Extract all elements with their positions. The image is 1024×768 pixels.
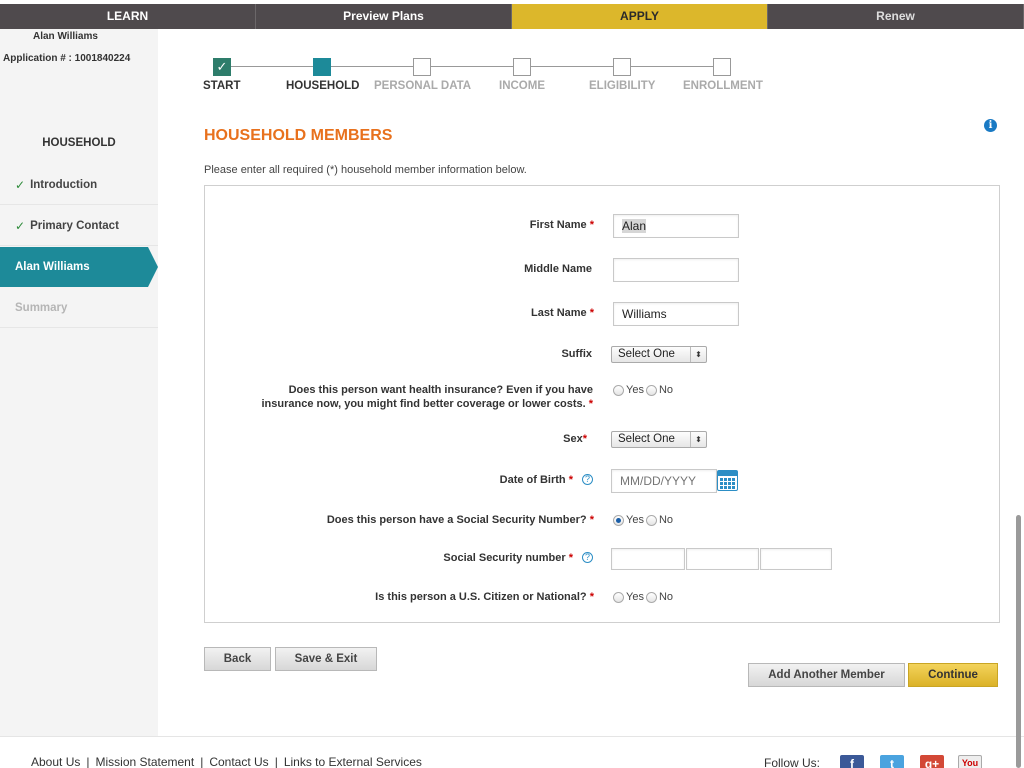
dob-field[interactable] (611, 469, 717, 493)
progress-tracker: ✓ START HOUSEHOLD PERSONAL DATA INCOME E… (200, 57, 780, 97)
step-label-start: START (203, 80, 241, 92)
citizen-radio-group: Yes No (613, 591, 673, 603)
sidebar: Alan Williams Application # : 1001840224… (0, 29, 158, 736)
first-name-field[interactable]: Alan (613, 214, 739, 238)
step-start-checkbox: ✓ (213, 58, 231, 76)
middle-name-label: Middle Name (524, 263, 592, 275)
twitter-icon[interactable]: t (880, 755, 904, 768)
step-label-household: HOUSEHOLD (286, 80, 360, 92)
ssn-part-3-field[interactable] (760, 548, 832, 570)
application-number: Application # : 1001840224 (3, 53, 131, 64)
save-exit-button[interactable]: Save & Exit (275, 647, 377, 671)
last-name-label: Last Name * (531, 307, 594, 319)
sidebar-item-label: Alan Williams (15, 261, 90, 273)
footer-link-contact-us[interactable]: Contact Us (209, 755, 268, 768)
footer-links: About Us | Mission Statement | Contact Us | Li… (31, 755, 422, 768)
ssn-help-icon[interactable]: ? (582, 552, 593, 563)
tab-apply[interactable]: APPLY (512, 4, 768, 29)
tab-preview-plans[interactable]: Preview Plans (256, 4, 512, 29)
step-household-box (313, 58, 331, 76)
progress-line (331, 66, 417, 67)
sidebar-item-introduction[interactable]: ✓ Introduction (0, 165, 158, 205)
page-title: HOUSEHOLD MEMBERS (204, 127, 393, 144)
checkmark-icon: ✓ (15, 218, 26, 233)
step-label-eligibility: ELIGIBILITY (589, 80, 656, 92)
tab-renew[interactable]: Renew (768, 4, 1024, 29)
sidebar-item-primary-contact[interactable]: ✓ Primary Contact (0, 206, 158, 246)
step-eligibility-box (613, 58, 631, 76)
step-label-enrollment: ENROLLMENT (683, 80, 763, 92)
suffix-select[interactable]: Select One ⬍ (611, 346, 707, 363)
info-icon[interactable]: i (984, 119, 997, 132)
health-insurance-radio-group: Yes No (613, 384, 673, 396)
user-name: Alan Williams (33, 31, 98, 42)
facebook-icon[interactable]: f (840, 755, 864, 768)
step-income-box (513, 58, 531, 76)
first-name-label: First Name * (529, 219, 594, 231)
suffix-label: Suffix (561, 348, 592, 360)
step-label-personal-data: PERSONAL DATA (374, 80, 472, 92)
health-insurance-yes-radio[interactable] (613, 384, 624, 396)
has-ssn-no-radio[interactable] (645, 514, 657, 526)
add-another-member-button[interactable]: Add Another Member (748, 663, 905, 687)
citizen-yes-radio[interactable] (613, 591, 624, 603)
sex-label: Sex* (563, 433, 587, 445)
sidebar-item-label: Summary (15, 301, 68, 314)
citizen-no-radio[interactable] (645, 591, 657, 603)
step-enrollment-box (713, 58, 731, 76)
has-ssn-label: Does this person have a Social Security … (326, 514, 594, 526)
sidebar-item-summary: Summary (0, 288, 158, 328)
has-ssn-radio-group: Yes No (613, 514, 673, 526)
health-insurance-label: Does this person want health insurance? … (261, 384, 594, 410)
citizen-label: Is this person a U.S. Citizen or Nationa… (375, 591, 594, 603)
footer-link-about-us[interactable]: About Us (31, 755, 80, 768)
youtube-icon[interactable]: You (958, 755, 982, 768)
has-ssn-yes-radio[interactable] (613, 514, 624, 526)
ssn-part-2-field[interactable] (686, 548, 759, 570)
footer-link-mission-statement[interactable]: Mission Statement (95, 755, 194, 768)
ssn-part-1-field[interactable] (611, 548, 685, 570)
footer: About Us | Mission Statement | Contact Us | Li… (0, 736, 1024, 768)
follow-us-label: Follow Us: (764, 756, 821, 768)
progress-line (531, 66, 617, 67)
step-label-income: INCOME (499, 80, 545, 92)
sidebar-heading: HOUSEHOLD (42, 137, 116, 149)
sidebar-item-label: Introduction (30, 178, 98, 191)
ssn-label: Social Security number * (443, 552, 573, 564)
calendar-icon[interactable] (717, 470, 738, 491)
progress-line (631, 66, 717, 67)
progress-line (431, 66, 517, 67)
health-insurance-no-radio[interactable] (645, 384, 657, 396)
dob-help-icon[interactable]: ? (582, 474, 593, 485)
scrollbar[interactable] (1016, 515, 1021, 768)
top-nav: LEARN Preview Plans APPLY Renew (0, 4, 1024, 29)
progress-line (231, 66, 317, 67)
back-button[interactable]: Back (204, 647, 271, 671)
google-plus-icon[interactable]: g+ (920, 755, 944, 768)
sidebar-item-alan-williams[interactable]: Alan Williams (0, 247, 158, 287)
select-arrows-icon: ⬍ (690, 432, 706, 447)
sex-select[interactable]: Select One ⬍ (611, 431, 707, 448)
sidebar-item-label: Primary Contact (30, 219, 119, 232)
intro-text: Please enter all required (*) household … (204, 164, 527, 176)
household-member-form: First Name * Alan Middle Name Last Name … (204, 185, 1000, 623)
middle-name-field[interactable] (613, 258, 739, 282)
checkmark-icon: ✓ (15, 177, 26, 192)
select-arrows-icon: ⬍ (690, 347, 706, 362)
dob-label: Date of Birth * (499, 474, 573, 486)
footer-link-external-services[interactable]: Links to External Services (284, 755, 422, 768)
last-name-field[interactable]: Williams (613, 302, 739, 326)
tab-learn[interactable]: LEARN (0, 4, 256, 29)
active-pointer (148, 247, 158, 287)
step-personal-data-box (413, 58, 431, 76)
continue-button[interactable]: Continue (908, 663, 998, 687)
